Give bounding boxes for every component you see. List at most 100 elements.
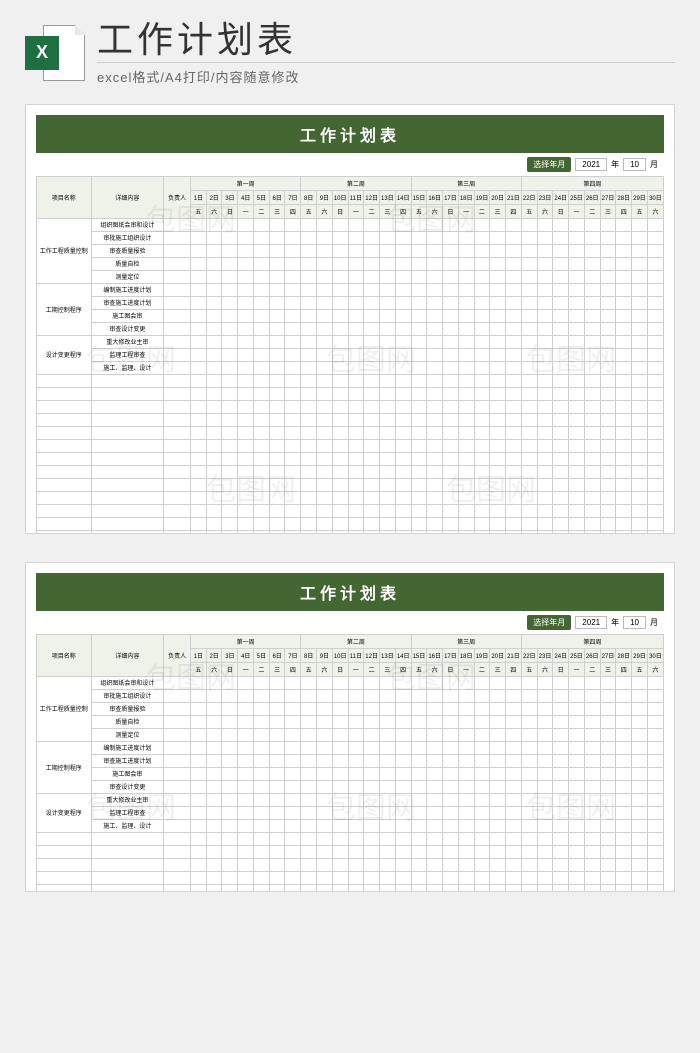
grid-cell[interactable] <box>647 244 663 257</box>
grid-cell[interactable] <box>537 832 553 845</box>
grid-cell[interactable] <box>632 218 648 231</box>
owner-cell[interactable] <box>164 858 191 871</box>
grid-cell[interactable] <box>632 832 648 845</box>
grid-cell[interactable] <box>584 218 600 231</box>
grid-cell[interactable] <box>380 309 396 322</box>
grid-cell[interactable] <box>411 400 427 413</box>
grid-cell[interactable] <box>206 426 222 439</box>
grid-cell[interactable] <box>427 426 443 439</box>
grid-cell[interactable] <box>301 754 317 767</box>
grid-cell[interactable] <box>395 322 411 335</box>
grid-cell[interactable] <box>238 426 254 439</box>
grid-cell[interactable] <box>222 504 238 517</box>
grid-cell[interactable] <box>490 517 506 530</box>
grid-cell[interactable] <box>395 858 411 871</box>
grid-cell[interactable] <box>348 296 364 309</box>
grid-cell[interactable] <box>427 257 443 270</box>
grid-cell[interactable] <box>285 530 301 534</box>
grid-cell[interactable] <box>553 491 569 504</box>
grid-cell[interactable] <box>616 491 632 504</box>
grid-cell[interactable] <box>285 780 301 793</box>
grid-cell[interactable] <box>348 374 364 387</box>
grid-cell[interactable] <box>348 504 364 517</box>
detail-cell[interactable]: 测量定位 <box>91 728 164 741</box>
grid-cell[interactable] <box>253 374 269 387</box>
grid-cell[interactable] <box>521 832 537 845</box>
grid-cell[interactable] <box>584 806 600 819</box>
grid-cell[interactable] <box>506 361 522 374</box>
grid-cell[interactable] <box>521 218 537 231</box>
detail-cell[interactable]: 审批施工组织设计 <box>91 231 164 244</box>
grid-cell[interactable] <box>632 387 648 400</box>
grid-cell[interactable] <box>506 845 522 858</box>
grid-cell[interactable] <box>380 858 396 871</box>
grid-cell[interactable] <box>301 374 317 387</box>
grid-cell[interactable] <box>647 309 663 322</box>
grid-cell[interactable] <box>364 741 380 754</box>
grid-cell[interactable] <box>411 845 427 858</box>
grid-cell[interactable] <box>380 270 396 283</box>
grid-cell[interactable] <box>474 400 490 413</box>
grid-cell[interactable] <box>190 400 206 413</box>
grid-cell[interactable] <box>380 793 396 806</box>
grid-cell[interactable] <box>253 322 269 335</box>
project-name-cell[interactable] <box>37 426 92 439</box>
grid-cell[interactable] <box>474 309 490 322</box>
grid-cell[interactable] <box>317 715 333 728</box>
grid-cell[interactable] <box>632 478 648 491</box>
project-name-cell[interactable]: 设计变更程序 <box>37 335 92 374</box>
grid-cell[interactable] <box>474 322 490 335</box>
grid-cell[interactable] <box>616 676 632 689</box>
grid-cell[interactable] <box>222 780 238 793</box>
grid-cell[interactable] <box>206 465 222 478</box>
grid-cell[interactable] <box>364 478 380 491</box>
grid-cell[interactable] <box>458 452 474 465</box>
grid-cell[interactable] <box>616 348 632 361</box>
grid-cell[interactable] <box>458 793 474 806</box>
grid-cell[interactable] <box>206 491 222 504</box>
grid-cell[interactable] <box>427 478 443 491</box>
grid-cell[interactable] <box>616 309 632 322</box>
month-input[interactable]: 10 <box>623 158 646 171</box>
grid-cell[interactable] <box>285 335 301 348</box>
grid-cell[interactable] <box>569 218 585 231</box>
year-input[interactable]: 2021 <box>575 158 607 171</box>
grid-cell[interactable] <box>632 374 648 387</box>
grid-cell[interactable] <box>411 361 427 374</box>
grid-cell[interactable] <box>616 374 632 387</box>
grid-cell[interactable] <box>537 504 553 517</box>
grid-cell[interactable] <box>269 504 285 517</box>
grid-cell[interactable] <box>269 884 285 892</box>
grid-cell[interactable] <box>584 504 600 517</box>
grid-cell[interactable] <box>553 702 569 715</box>
detail-cell[interactable] <box>91 400 164 413</box>
grid-cell[interactable] <box>506 231 522 244</box>
owner-cell[interactable] <box>164 491 191 504</box>
grid-cell[interactable] <box>474 689 490 702</box>
grid-cell[interactable] <box>395 845 411 858</box>
grid-cell[interactable] <box>490 767 506 780</box>
grid-cell[interactable] <box>616 465 632 478</box>
grid-cell[interactable] <box>253 741 269 754</box>
grid-cell[interactable] <box>364 374 380 387</box>
detail-cell[interactable] <box>91 465 164 478</box>
grid-cell[interactable] <box>506 413 522 426</box>
grid-cell[interactable] <box>395 517 411 530</box>
grid-cell[interactable] <box>427 374 443 387</box>
grid-cell[interactable] <box>647 231 663 244</box>
grid-cell[interactable] <box>616 845 632 858</box>
grid-cell[interactable] <box>490 335 506 348</box>
grid-cell[interactable] <box>458 296 474 309</box>
grid-cell[interactable] <box>253 348 269 361</box>
grid-cell[interactable] <box>490 754 506 767</box>
grid-cell[interactable] <box>427 348 443 361</box>
grid-cell[interactable] <box>364 754 380 767</box>
owner-cell[interactable] <box>164 517 191 530</box>
grid-cell[interactable] <box>506 715 522 728</box>
grid-cell[interactable] <box>506 426 522 439</box>
grid-cell[interactable] <box>443 283 459 296</box>
grid-cell[interactable] <box>317 517 333 530</box>
grid-cell[interactable] <box>190 478 206 491</box>
grid-cell[interactable] <box>506 335 522 348</box>
grid-cell[interactable] <box>395 270 411 283</box>
